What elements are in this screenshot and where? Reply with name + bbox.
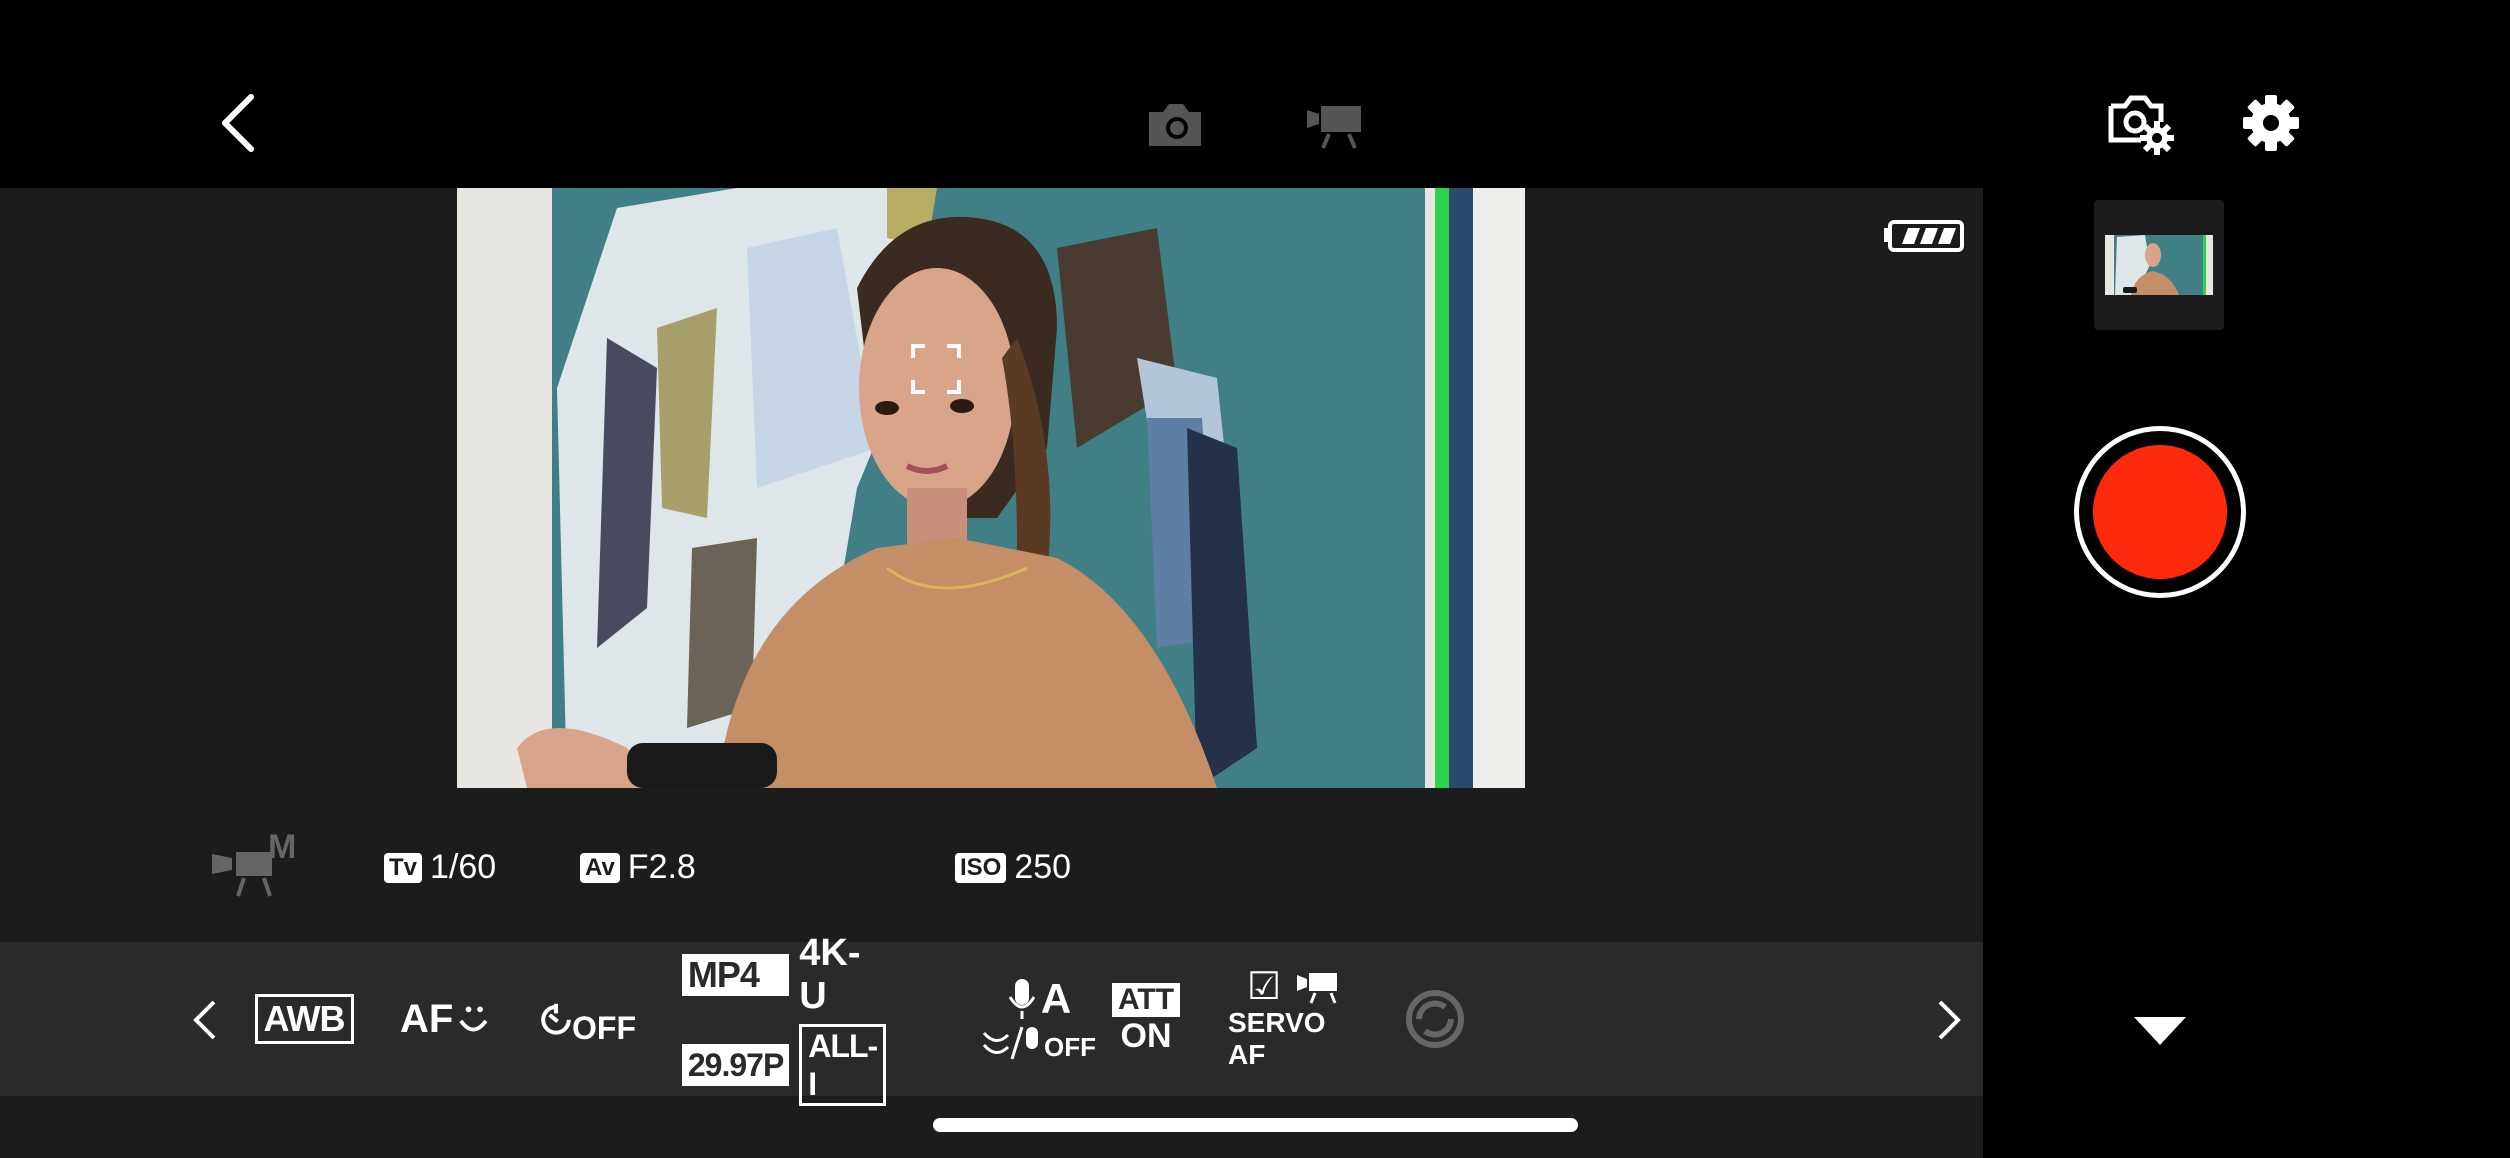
movie-manual-mode-icon: M (208, 828, 304, 902)
image-stabilizer-icon (1406, 990, 1464, 1048)
frame-rate-label: 29.97P (681, 1044, 790, 1086)
last-shot-thumbnail[interactable] (2094, 200, 2224, 330)
triangle-down-icon[interactable] (2134, 1016, 2186, 1046)
iso[interactable]: ISO 250 (955, 848, 1071, 887)
af-method-setting[interactable]: AF (400, 960, 490, 1078)
live-view-image[interactable] (457, 188, 1525, 788)
face-tracking-icon (459, 1006, 488, 1032)
af-method-label: AF (400, 996, 454, 1041)
microphone-icon (1008, 979, 1036, 1019)
attenuator-top-label: ATT (1111, 982, 1181, 1017)
back-icon[interactable] (205, 90, 269, 156)
servo-movie-camera-icon (1297, 973, 1338, 1004)
right-control-panel (1983, 188, 2510, 1158)
iso-tag: ISO (955, 852, 1007, 883)
record-button-fill (2093, 445, 2227, 579)
movie-servo-af-setting[interactable]: ☑ SERVO AF (1228, 960, 1358, 1078)
mode-suffix: M (268, 828, 297, 866)
thumbnail-image (2105, 235, 2213, 295)
attenuator-bottom-label: ON (1120, 1016, 1172, 1055)
shutter-speed[interactable]: Tv 1/60 (384, 848, 496, 887)
av-value: F2.8 (627, 848, 696, 886)
battery-full-icon (1882, 220, 1964, 257)
home-indicator[interactable] (933, 1118, 1578, 1132)
av-tag: Av (580, 852, 620, 883)
gear-icon[interactable] (2240, 92, 2302, 154)
movie-mode-camera-icon[interactable] (1300, 96, 1370, 154)
tv-tag: Tv (384, 852, 423, 883)
settings-prev-icon[interactable] (184, 996, 224, 1044)
self-timer-icon (541, 1003, 571, 1035)
self-timer-setting[interactable]: OFF (540, 960, 636, 1078)
file-format-label: MP4 (681, 954, 790, 996)
wind-filter-icon (982, 1026, 1038, 1060)
servo-af-label: SERVO AF (1228, 1007, 1326, 1070)
settings-next-icon[interactable] (1930, 996, 1970, 1044)
aperture[interactable]: Av F2.8 (580, 848, 696, 887)
movie-format-setting[interactable]: MP4 4K-U 29.97P ALL-I (681, 932, 887, 1106)
resolution-label: 4K-U (799, 932, 861, 1017)
tv-value: 1/60 (430, 848, 497, 886)
audio-setting[interactable]: A OFF (982, 960, 1096, 1078)
compression-label: ALL-I (799, 1024, 887, 1106)
camera-gear-icon[interactable] (2106, 92, 2178, 158)
image-stabilizer-setting[interactable] (1400, 960, 1470, 1078)
white-balance-setting[interactable]: AWB (254, 960, 354, 1078)
record-button[interactable] (2074, 426, 2246, 598)
still-mode-camera-icon[interactable] (1140, 96, 1210, 154)
iso-value: 250 (1014, 848, 1072, 886)
white-balance-label: AWB (254, 994, 354, 1044)
audio-bottom-label: OFF (1044, 1032, 1096, 1062)
servo-check-icon: ☑ (1246, 966, 1282, 1008)
self-timer-label: OFF (572, 1009, 636, 1046)
attenuator-setting[interactable]: ATT ON (1106, 960, 1186, 1078)
face-detect-frame-icon (911, 344, 961, 394)
audio-top-label: A (1040, 975, 1072, 1022)
